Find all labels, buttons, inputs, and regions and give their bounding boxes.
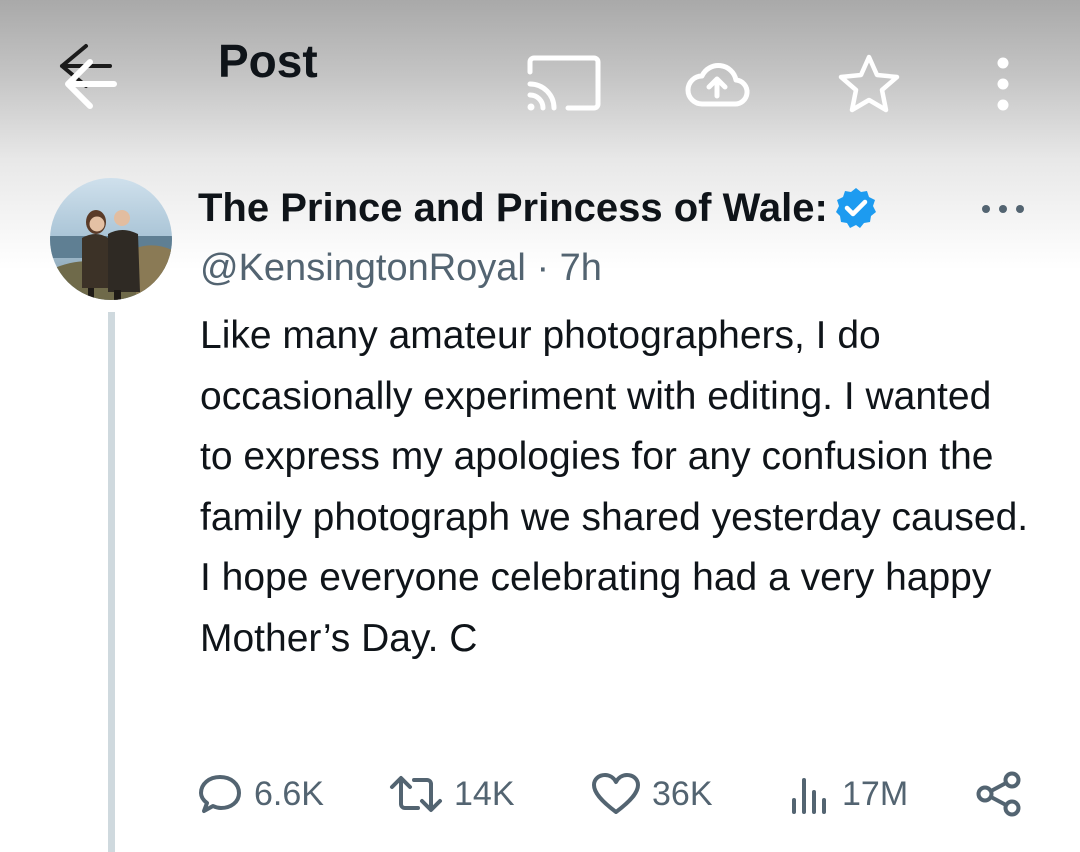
like-count: 36K bbox=[652, 775, 713, 813]
back-arrow-icon[interactable] bbox=[50, 38, 122, 114]
cast-icon[interactable] bbox=[522, 52, 602, 114]
page-title: Post bbox=[218, 35, 318, 87]
author-name[interactable]: The Prince and Princess of Wale: bbox=[198, 183, 828, 233]
star-icon[interactable] bbox=[836, 52, 902, 114]
repost-count: 14K bbox=[454, 775, 515, 813]
post-more-options-icon[interactable] bbox=[978, 196, 1028, 222]
heart-icon bbox=[592, 773, 640, 814]
views-button[interactable]: 17M bbox=[788, 764, 908, 824]
author-handle[interactable]: @KensingtonRoyal bbox=[200, 247, 526, 289]
separator: · bbox=[536, 247, 550, 289]
repost-icon bbox=[390, 776, 442, 812]
verified-badge-icon[interactable] bbox=[834, 186, 878, 230]
reply-count: 6.6K bbox=[254, 775, 324, 813]
views-count: 17M bbox=[842, 775, 909, 813]
thread-line bbox=[108, 312, 115, 852]
reply-icon bbox=[199, 775, 241, 813]
like-button[interactable]: 36K bbox=[590, 764, 713, 824]
reply-button[interactable]: 6.6K bbox=[196, 764, 324, 824]
share-icon bbox=[976, 771, 1021, 817]
post-time[interactable]: 7h bbox=[560, 247, 602, 289]
share-button[interactable] bbox=[974, 764, 1024, 824]
post-text: Like many amateur photographers, I do oc… bbox=[200, 314, 1029, 660]
handle-row: @KensingtonRoyal · 7h bbox=[200, 244, 602, 292]
repost-button[interactable]: 14K bbox=[388, 764, 515, 824]
views-analytics-icon bbox=[792, 778, 826, 814]
cloud-upload-icon[interactable] bbox=[684, 58, 750, 110]
action-bar: 6.6K 14K 36K 17M bbox=[196, 764, 1036, 824]
author-row: The Prince and Princess of Wale: bbox=[198, 182, 878, 234]
more-vertical-icon[interactable] bbox=[988, 54, 1018, 114]
avatar[interactable] bbox=[50, 178, 172, 300]
